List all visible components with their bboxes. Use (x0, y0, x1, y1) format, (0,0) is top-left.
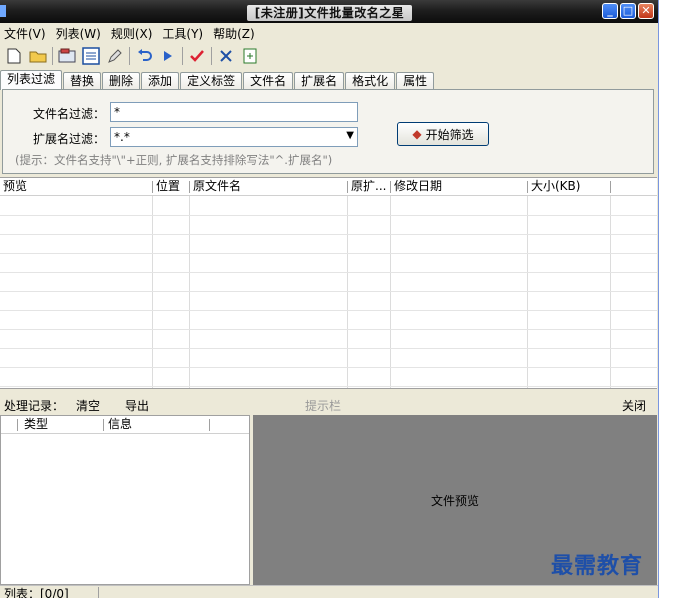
col-size[interactable]: 大小(KB) (528, 178, 610, 196)
log-list[interactable]: 类型 信息 (0, 415, 250, 585)
col-modified-date[interactable]: 修改日期 (391, 178, 527, 196)
tab-replace[interactable]: 替换 (63, 72, 102, 90)
toolbar (0, 43, 658, 69)
new-file-icon[interactable] (4, 46, 24, 66)
menu-file[interactable]: 文件(V) (4, 25, 46, 42)
col-position[interactable]: 位置 (153, 178, 189, 196)
record-bar: 处理记录： 清空 导出 提示栏 关闭 (0, 393, 658, 415)
eraser-icon: ◆ (412, 127, 422, 141)
edit-icon[interactable] (105, 46, 125, 66)
filter-hint: (提示：文件名支持"\"+正则, 扩展名支持排除写法"^.扩展名") (15, 153, 333, 167)
file-list[interactable]: 预览 位置 原文件名 原扩... 修改日期 大小(KB) (0, 177, 657, 389)
col-original-ext[interactable]: 原扩... (348, 178, 390, 196)
play-icon[interactable] (158, 46, 178, 66)
tab-define-tags[interactable]: 定义标签 (180, 72, 243, 90)
watermark-logo: 最需教育 (551, 553, 644, 579)
open-folder-icon[interactable] (28, 46, 48, 66)
ext-filter-select[interactable]: *.* ▼ (110, 127, 358, 147)
file-preview-label: 文件预览 (430, 494, 479, 508)
menu-rules[interactable]: 规则(X) (111, 25, 153, 42)
status-bar: 列表：[0/0] (0, 585, 658, 598)
col-original-name[interactable]: 原文件名 (190, 178, 347, 196)
close-button[interactable]: ✕ (638, 3, 654, 19)
log-list-header: 类型 信息 (1, 416, 249, 434)
menu-help[interactable]: 帮助(Z) (213, 25, 255, 42)
col-type[interactable]: 类型 (21, 416, 101, 434)
minimize-button[interactable]: _ (602, 3, 618, 19)
col-preview[interactable]: 预览 (0, 178, 150, 196)
tab-extension[interactable]: 扩展名 (294, 72, 345, 90)
records-label: 处理记录： (4, 399, 65, 413)
maximize-button[interactable]: □ (620, 3, 636, 19)
col-info[interactable]: 信息 (105, 416, 205, 434)
ext-filter-label: 扩展名过滤： (33, 132, 106, 146)
undo-icon[interactable] (134, 46, 154, 66)
chevron-down-icon[interactable]: ▼ (346, 130, 354, 141)
menu-list[interactable]: 列表(W) (56, 25, 101, 42)
hint-bar: 提示栏 (305, 399, 342, 413)
clear-button[interactable]: 清空 (76, 397, 100, 414)
name-filter-label: 文件名过滤： (33, 107, 106, 121)
menu-bar: 文件(V) 列表(W) 规则(X) 工具(Y) 帮助(Z) (0, 23, 658, 43)
list-view-icon[interactable] (81, 46, 101, 66)
title-bar: [未注册]文件批量改名之星 _ □ ✕ (0, 0, 658, 23)
export-button[interactable]: 导出 (125, 397, 149, 414)
export-icon[interactable] (240, 46, 260, 66)
file-list-header: 预览 位置 原文件名 原扩... 修改日期 大小(KB) (0, 178, 657, 196)
app-window: [未注册]文件批量改名之星 _ □ ✕ 文件(V) 列表(W) 规则(X) 工具… (0, 0, 659, 598)
tab-add[interactable]: 添加 (141, 72, 180, 90)
window-title: [未注册]文件批量改名之星 (246, 5, 413, 21)
tab-attributes[interactable]: 属性 (396, 72, 435, 90)
tab-list-filter[interactable]: 列表过滤 (0, 70, 63, 90)
list-count-status: 列表：[0/0] (4, 587, 69, 598)
delete-icon[interactable] (216, 46, 236, 66)
tab-format[interactable]: 格式化 (345, 72, 396, 90)
settings-icon[interactable] (57, 46, 77, 66)
start-filter-label: 开始筛选 (425, 127, 474, 142)
menu-tools[interactable]: 工具(Y) (162, 25, 203, 42)
name-filter-input[interactable]: * (110, 102, 358, 122)
tab-delete[interactable]: 删除 (102, 72, 141, 90)
close-records-button[interactable]: 关闭 (622, 397, 646, 414)
tab-strip: 列表过滤 替换 删除 添加 定义标签 文件名 扩展名 格式化 属性 (0, 70, 658, 90)
filter-panel: 文件名过滤： * 扩展名过滤： *.* ▼ ◆ 开始筛选 (提示：文件名支持"\… (2, 89, 654, 174)
check-icon[interactable] (187, 46, 207, 66)
start-filter-button[interactable]: ◆ 开始筛选 (397, 122, 489, 146)
ext-filter-value: *.* (114, 130, 130, 144)
tab-file-name[interactable]: 文件名 (243, 72, 294, 90)
